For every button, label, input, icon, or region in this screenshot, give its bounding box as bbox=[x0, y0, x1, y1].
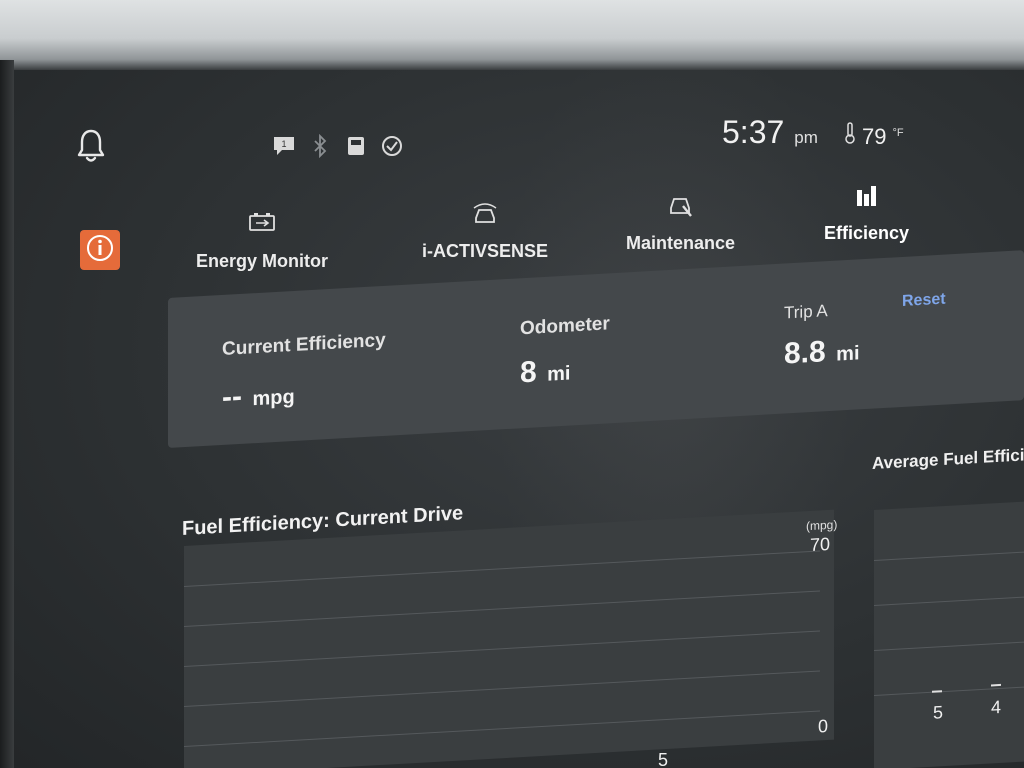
grid-line bbox=[184, 710, 820, 747]
trip-a-label: Trip A bbox=[784, 301, 828, 323]
message-icon: 1 bbox=[272, 134, 296, 158]
trip-a-unit: mi bbox=[836, 342, 860, 366]
tab-label: Efficiency bbox=[824, 223, 910, 243]
tab-maintenance[interactable]: Maintenance bbox=[626, 192, 735, 254]
temperature-unit: °F bbox=[892, 127, 904, 139]
screen-bezel-top bbox=[0, 0, 1024, 70]
trip-a: Trip A 8.8 mi bbox=[784, 299, 860, 371]
grid-line bbox=[184, 670, 820, 707]
info-icon bbox=[85, 233, 115, 268]
bell-icon[interactable] bbox=[76, 128, 106, 164]
reset-button[interactable]: Reset bbox=[902, 291, 946, 311]
current-efficiency-unit: mpg bbox=[252, 385, 295, 411]
chart-y-max: 70 bbox=[810, 533, 831, 556]
grid-line bbox=[874, 551, 1024, 561]
bluetooth-icon bbox=[308, 134, 332, 158]
temperature-value: 79 bbox=[862, 124, 887, 149]
message-badge: 1 bbox=[281, 139, 286, 149]
infotainment-screen: 1 5:37 pm 79 °F Energy Monitor i-ACTIVSE… bbox=[14, 70, 1024, 768]
average-fuel-efficiency-chart: 5 4 bbox=[874, 501, 1024, 768]
outside-temperature: 79 °F bbox=[844, 122, 904, 150]
check-circle-icon bbox=[380, 134, 404, 158]
tab-label: Energy Monitor bbox=[196, 251, 329, 271]
current-efficiency-value: -- bbox=[222, 379, 242, 414]
clock-ampm: pm bbox=[794, 128, 818, 147]
battery-swap-icon bbox=[248, 212, 276, 241]
grid-line bbox=[874, 596, 1024, 606]
bar-chart-icon bbox=[855, 184, 879, 213]
screen-bezel-left bbox=[0, 60, 14, 768]
tab-label: i-ACTIVSENSE bbox=[422, 241, 549, 261]
current-efficiency: Current Efficiency -- mpg bbox=[222, 330, 386, 415]
average-bar-marker bbox=[932, 690, 942, 693]
average-bar-marker bbox=[991, 683, 1001, 687]
average-value: 4 bbox=[990, 696, 1001, 718]
info-button[interactable] bbox=[80, 230, 120, 270]
status-icons: 1 bbox=[272, 134, 404, 158]
fuel-efficiency-chart: (mpg) 70 0 bbox=[184, 509, 838, 768]
tab-i-activsense[interactable]: i-ACTIVSENSE bbox=[422, 202, 548, 262]
clock-time: 5:37 bbox=[722, 114, 785, 150]
odometer: Odometer 8 mi bbox=[520, 313, 610, 390]
average-value: 5 bbox=[932, 702, 943, 723]
chart-x-tick: 5 bbox=[658, 750, 669, 768]
grid-line bbox=[874, 641, 1024, 651]
tab-efficiency[interactable]: Efficiency bbox=[824, 184, 909, 244]
clock: 5:37 pm bbox=[722, 114, 818, 151]
grid-line bbox=[184, 630, 820, 667]
chart-y-min: 0 bbox=[818, 715, 829, 737]
average-fuel-efficiency-title: Average Fuel Efficienc bbox=[872, 443, 1024, 473]
tab-label: Maintenance bbox=[626, 233, 736, 253]
odometer-value: 8 bbox=[520, 355, 537, 390]
chart-unit-label: (mpg) bbox=[806, 517, 838, 534]
current-efficiency-label: Current Efficiency bbox=[222, 329, 386, 360]
car-wrench-icon bbox=[667, 192, 695, 223]
battery-icon bbox=[344, 134, 368, 158]
grid-line bbox=[874, 686, 1024, 696]
tab-energy-monitor[interactable]: Energy Monitor bbox=[196, 212, 328, 272]
grid-line bbox=[184, 550, 820, 587]
status-bar: 1 5:37 pm 79 °F bbox=[14, 70, 1024, 200]
car-sensor-icon bbox=[471, 202, 499, 231]
grid-line bbox=[184, 590, 820, 627]
thermometer-icon bbox=[844, 122, 856, 149]
odometer-label: Odometer bbox=[520, 313, 610, 340]
odometer-unit: mi bbox=[547, 362, 571, 386]
trip-a-value: 8.8 bbox=[784, 335, 826, 371]
